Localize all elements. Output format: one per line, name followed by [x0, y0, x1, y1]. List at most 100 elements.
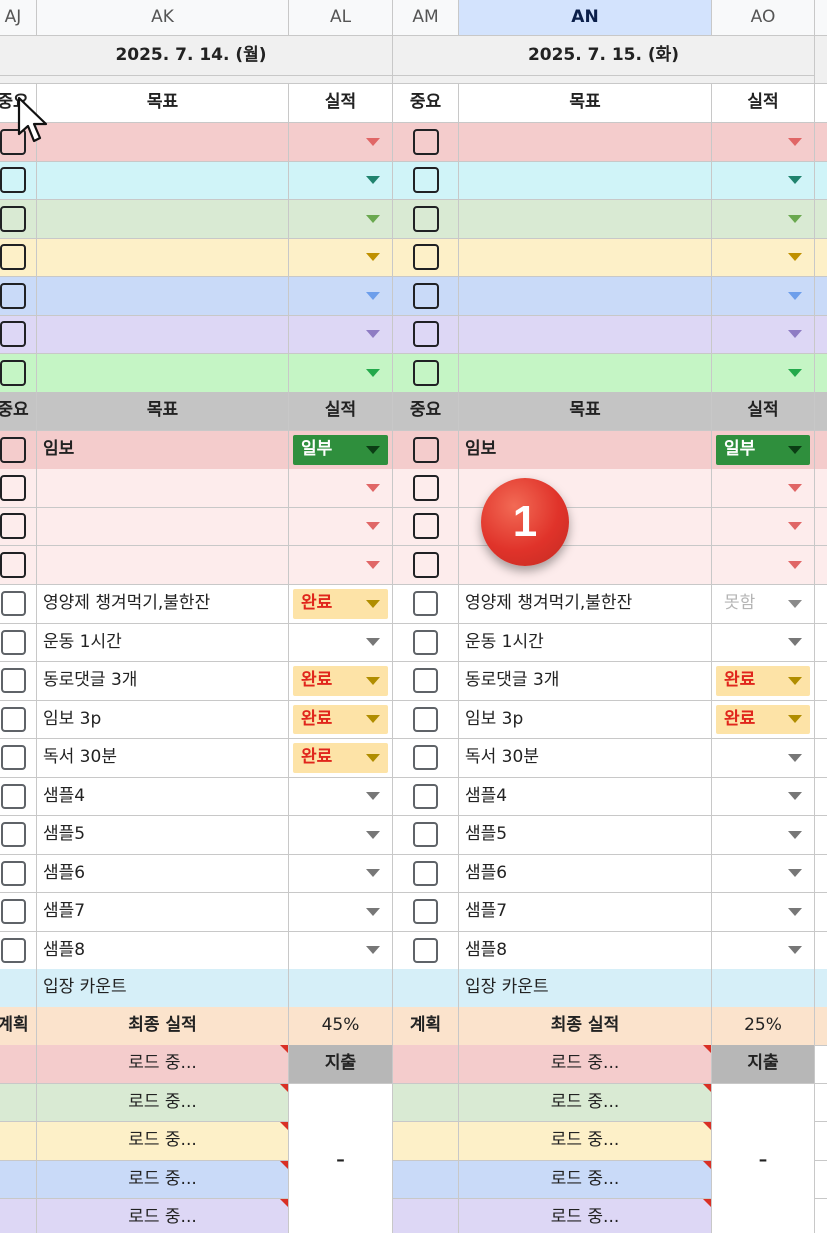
checkbox-icon[interactable] [0, 860, 26, 886]
result-dropdown[interactable]: 완료 [289, 585, 393, 624]
result-dropdown[interactable]: 일부 [712, 431, 815, 470]
fail-status-chip[interactable]: 못함 [716, 589, 810, 619]
importance-cell[interactable] [0, 623, 37, 662]
checkbox-icon[interactable] [0, 474, 26, 501]
column-header-am[interactable]: AM [393, 0, 459, 36]
importance-cell[interactable] [0, 739, 37, 778]
result-dropdown[interactable] [712, 238, 815, 277]
checkbox-icon[interactable] [0, 822, 26, 848]
dropdown-arrow-icon[interactable] [788, 599, 802, 608]
result-dropdown[interactable] [712, 777, 815, 816]
checkbox-icon[interactable] [0, 167, 26, 194]
checkbox-icon[interactable] [0, 436, 26, 463]
dropdown-arrow-icon[interactable] [788, 715, 802, 724]
done-status-chip[interactable]: 완료 [293, 666, 388, 696]
result-dropdown[interactable] [289, 123, 393, 162]
dropdown-arrow-icon[interactable] [366, 907, 380, 916]
task-label[interactable]: 임보 3p [459, 700, 712, 739]
dropdown-arrow-icon[interactable] [366, 330, 380, 339]
importance-cell[interactable] [393, 931, 459, 970]
result-dropdown[interactable] [289, 315, 393, 354]
task-label[interactable]: 샘플7 [37, 893, 289, 932]
checkbox-icon[interactable] [0, 706, 26, 732]
dropdown-arrow-icon[interactable] [788, 291, 802, 300]
result-dropdown[interactable] [289, 777, 393, 816]
task-label[interactable]: 샘플5 [37, 816, 289, 855]
dropdown-arrow-icon[interactable] [788, 522, 802, 531]
importance-cell[interactable] [0, 238, 37, 277]
goal-cell[interactable] [459, 354, 712, 393]
checkbox-icon[interactable] [0, 359, 26, 386]
result-dropdown[interactable] [712, 623, 815, 662]
column-header-ao[interactable]: AO [712, 0, 815, 36]
result-dropdown[interactable] [289, 200, 393, 239]
goal-cell[interactable] [37, 354, 289, 393]
importance-cell[interactable] [393, 585, 459, 624]
task-label[interactable]: 샘플8 [459, 931, 712, 970]
task-label[interactable]: 샘플8 [37, 931, 289, 970]
goal-cell[interactable]: 임보 [459, 431, 712, 470]
dropdown-arrow-icon[interactable] [788, 214, 802, 223]
checkbox-icon[interactable] [0, 513, 26, 540]
importance-cell[interactable] [0, 315, 37, 354]
result-dropdown[interactable] [289, 546, 393, 585]
importance-cell[interactable] [393, 546, 459, 585]
column-header-aj[interactable]: AJ [0, 0, 37, 36]
goal-cell[interactable] [37, 123, 289, 162]
result-dropdown[interactable] [712, 277, 815, 316]
column-header-ak[interactable]: AK [37, 0, 289, 36]
goal-cell[interactable]: 임보 [37, 431, 289, 470]
result-dropdown[interactable] [289, 893, 393, 932]
checkbox-icon[interactable] [0, 783, 26, 809]
result-dropdown[interactable] [289, 469, 393, 508]
dropdown-arrow-icon[interactable] [788, 946, 802, 955]
dropdown-arrow-icon[interactable] [366, 137, 380, 146]
dropdown-arrow-icon[interactable] [366, 753, 380, 762]
result-dropdown[interactable]: 완료 [289, 739, 393, 778]
importance-cell[interactable] [393, 431, 459, 470]
dropdown-arrow-icon[interactable] [366, 715, 380, 724]
importance-cell[interactable] [393, 123, 459, 162]
dropdown-arrow-icon[interactable] [366, 291, 380, 300]
task-label[interactable]: 운동 1시간 [37, 623, 289, 662]
dropdown-arrow-icon[interactable] [788, 753, 802, 762]
importance-cell[interactable] [393, 777, 459, 816]
importance-cell[interactable] [393, 507, 459, 546]
dropdown-arrow-icon[interactable] [366, 253, 380, 262]
task-label[interactable]: 샘플4 [459, 777, 712, 816]
task-label[interactable]: 동로댓글 3개 [37, 662, 289, 701]
goal-cell[interactable] [37, 469, 289, 508]
goal-cell[interactable] [459, 161, 712, 200]
goal-cell[interactable] [459, 200, 712, 239]
importance-cell[interactable] [393, 315, 459, 354]
importance-cell[interactable] [0, 354, 37, 393]
done-status-chip[interactable]: 완료 [293, 704, 388, 734]
checkbox-icon[interactable] [0, 745, 26, 771]
dropdown-arrow-icon[interactable] [788, 638, 802, 647]
dropdown-arrow-icon[interactable] [788, 869, 802, 878]
checkbox-icon[interactable] [412, 359, 439, 386]
result-dropdown[interactable] [712, 200, 815, 239]
result-dropdown[interactable] [712, 739, 815, 778]
dropdown-arrow-icon[interactable] [366, 560, 380, 569]
result-dropdown[interactable] [712, 315, 815, 354]
importance-cell[interactable] [0, 585, 37, 624]
importance-cell[interactable] [0, 700, 37, 739]
result-dropdown[interactable] [289, 507, 393, 546]
checkbox-icon[interactable] [412, 128, 439, 155]
result-dropdown[interactable] [712, 893, 815, 932]
column-header-al[interactable]: AL [289, 0, 393, 36]
checkbox-icon[interactable] [413, 745, 438, 771]
task-label[interactable]: 영양제 챙겨먹기,불한잔 [37, 585, 289, 624]
checkbox-icon[interactable] [413, 591, 438, 617]
importance-cell[interactable] [393, 469, 459, 508]
dropdown-arrow-icon[interactable] [366, 946, 380, 955]
result-dropdown[interactable] [289, 931, 393, 970]
checkbox-icon[interactable] [0, 937, 26, 963]
importance-cell[interactable] [0, 546, 37, 585]
done-status-chip[interactable]: 완료 [293, 589, 388, 619]
dropdown-arrow-icon[interactable] [788, 483, 802, 492]
goal-cell[interactable] [37, 161, 289, 200]
task-label[interactable]: 독서 30분 [37, 739, 289, 778]
result-dropdown[interactable] [712, 854, 815, 893]
